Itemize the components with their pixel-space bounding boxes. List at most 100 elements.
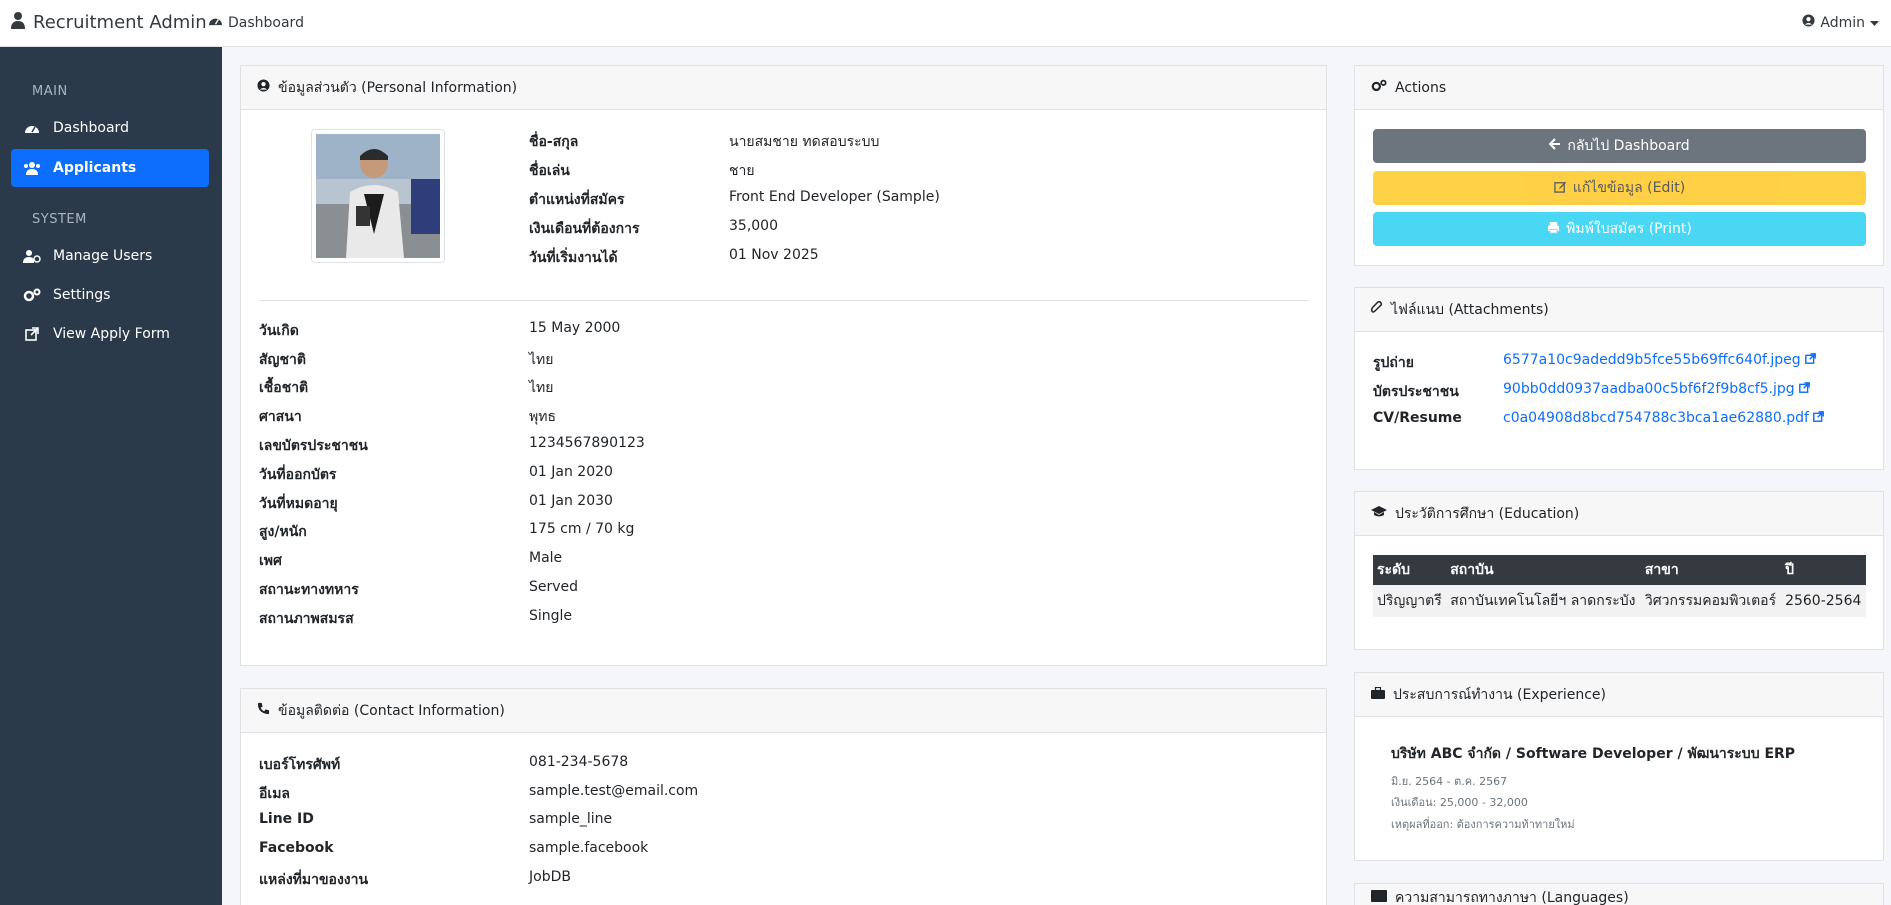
field-value: 35,000 [729,218,778,234]
actions-header: Actions [1355,66,1883,110]
table-cell: วิศวกรรมคอมพิวเตอร์ [1640,585,1782,617]
sidebar-item-manage-users[interactable]: Manage Users [11,237,209,275]
sidebar-item-view-apply-form[interactable]: View Apply Form [11,315,209,353]
print-icon [1547,221,1560,238]
applicant-photo-image [316,134,440,258]
field-label: ชื่อเล่น [529,163,570,179]
languages-header: ความสามารถทางภาษา (Languages) [1355,884,1883,905]
actions-title: Actions [1395,79,1447,96]
field-value: 15 May 2000 [529,320,621,336]
contact-info-card: ข้อมูลติดต่อ (Contact Information) เบอร์… [240,688,1327,905]
brand[interactable]: Recruitment Admin [10,11,207,34]
field-label: วันที่ออกบัตร [259,467,337,483]
external-link-icon [23,325,41,343]
field-value: ไทย [529,352,554,368]
field-value: 1234567890123 [529,435,645,451]
field-label: ศาสนา [259,409,302,425]
experience-period: มิ.ย. 2564 - ต.ค. 2567 [1391,775,1508,788]
sidebar-section-system: SYSTEM [32,212,87,227]
top-dashboard-link[interactable]: Dashboard [208,14,304,31]
sidebar-item-label: Settings [53,287,111,303]
users-icon [23,159,41,177]
contact-info-title: ข้อมูลติดต่อ (Contact Information) [278,702,505,719]
brand-title: Recruitment Admin [33,12,207,33]
sidebar-item-applicants[interactable]: Applicants [11,149,209,187]
top-navbar: Recruitment Admin Dashboard Admin [0,0,1891,47]
field-value: Served [529,579,579,595]
personal-info-title: ข้อมูลส่วนตัว (Personal Information) [278,79,518,96]
top-dashboard-label: Dashboard [228,14,304,31]
column-header: ระดับ [1373,555,1447,585]
experience-title: ประสบการณ์ทำงาน (Experience) [1393,686,1607,703]
attachment-label: CV/Resume [1373,410,1462,426]
column-header: สถาบัน [1446,555,1641,585]
gauge-icon [23,119,41,137]
attachment-label: บัตรประชาชน [1373,384,1459,400]
field-value: 01 Nov 2025 [729,247,819,263]
attachment-link-id-card[interactable]: 90bb0dd0937aadba00c5bf6f2f9b8cf5.jpg [1503,381,1810,397]
field-label: แหล่งที่มาของงาน [259,872,369,888]
field-value: พุทธ [529,409,557,425]
experience-header: ประสบการณ์ทำงาน (Experience) [1355,673,1883,717]
field-value: ไทย [529,380,554,396]
attachment-label: รูปถ่าย [1373,355,1414,371]
field-label: Line ID [259,811,314,827]
languages-card: ความสามารถทางภาษา (Languages) [1354,883,1884,905]
back-to-dashboard-button[interactable]: กลับไป Dashboard [1373,129,1866,163]
field-label: เพศ [259,553,282,569]
field-label: สูง/หนัก [259,524,307,540]
caret-down-icon [1870,15,1879,31]
attachment-link-photo[interactable]: 6577a10c9adedd9b5fce55b69ffc640f.jpeg [1503,352,1816,368]
edit-button-label: แก้ไขข้อมูล (Edit) [1572,180,1686,196]
column-header: ปี [1781,555,1866,585]
sidebar: MAIN Dashboard Applicants SYSTEM Manage … [0,47,222,905]
attachment-filename: 6577a10c9adedd9b5fce55b69ffc640f.jpeg [1503,352,1801,368]
attachment-link-cv[interactable]: c0a04908d8bcd754788c3bca1ae62880.pdf [1503,410,1824,426]
gauge-icon [208,14,223,31]
field-value: sample.facebook [529,840,649,856]
personal-info-card: ข้อมูลส่วนตัว (Personal Information) ชื่… [240,65,1327,666]
arrow-left-icon [1548,138,1561,154]
print-button[interactable]: พิมพ์ใบสมัคร (Print) [1373,212,1866,246]
section-divider [259,300,1309,301]
table-cell: สถาบันเทคโนโลยีฯ ลาดกระบัง [1446,585,1641,617]
field-label: สถานะทางทหาร [259,582,359,598]
languages-title: ความสามารถทางภาษา (Languages) [1395,889,1629,905]
gears-icon [23,286,41,304]
attachments-card: ไฟล์แนบ (Attachments) รูปถ่าย 6577a10c9a… [1354,287,1884,470]
edit-icon [1554,180,1567,197]
field-value: sample_line [529,811,613,827]
attachment-filename: 90bb0dd0937aadba00c5bf6f2f9b8cf5.jpg [1503,381,1795,397]
actions-card: Actions กลับไป Dashboard แก้ไขข้อมูล (Ed… [1354,65,1884,266]
user-circle-icon [257,79,270,96]
field-label: เงินเดือนที่ต้องการ [529,221,640,237]
attachments-header: ไฟล์แนบ (Attachments) [1355,288,1883,332]
user-circle-icon [1802,14,1815,31]
gears-icon [1371,79,1387,96]
sidebar-item-label: Applicants [53,160,137,176]
experience-salary: เงินเดือน: 25,000 - 32,000 [1391,796,1528,809]
field-label: อีเมล [259,786,291,802]
edit-button[interactable]: แก้ไขข้อมูล (Edit) [1373,171,1866,205]
sidebar-item-dashboard[interactable]: Dashboard [11,109,209,147]
graduation-cap-icon [1371,505,1387,522]
contact-info-header: ข้อมูลติดต่อ (Contact Information) [241,689,1326,733]
field-value: JobDB [529,869,571,885]
user-menu[interactable]: Admin [1802,14,1879,31]
table-cell: ปริญญาตรี [1373,585,1447,617]
external-link-icon [1813,410,1824,426]
education-header: ประวัติการศึกษา (Education) [1355,492,1883,536]
sidebar-section-main: MAIN [32,84,68,99]
table-cell: 2560-2564 [1781,585,1866,617]
field-value: Single [529,608,573,624]
sidebar-item-settings[interactable]: Settings [11,276,209,314]
user-tie-icon [10,11,26,34]
personal-info-header: ข้อมูลส่วนตัว (Personal Information) [241,66,1326,110]
print-button-label: พิมพ์ใบสมัคร (Print) [1566,221,1692,237]
phone-icon [257,702,270,719]
experience-job: บริษัท ABC จำกัด / Software Developer / … [1391,746,1796,762]
field-label: สถานภาพสมรส [259,611,354,627]
field-value: 081-234-5678 [529,754,629,770]
attachments-title: ไฟล์แนบ (Attachments) [1391,301,1549,318]
field-label: ตำแหน่งที่สมัคร [529,192,625,208]
